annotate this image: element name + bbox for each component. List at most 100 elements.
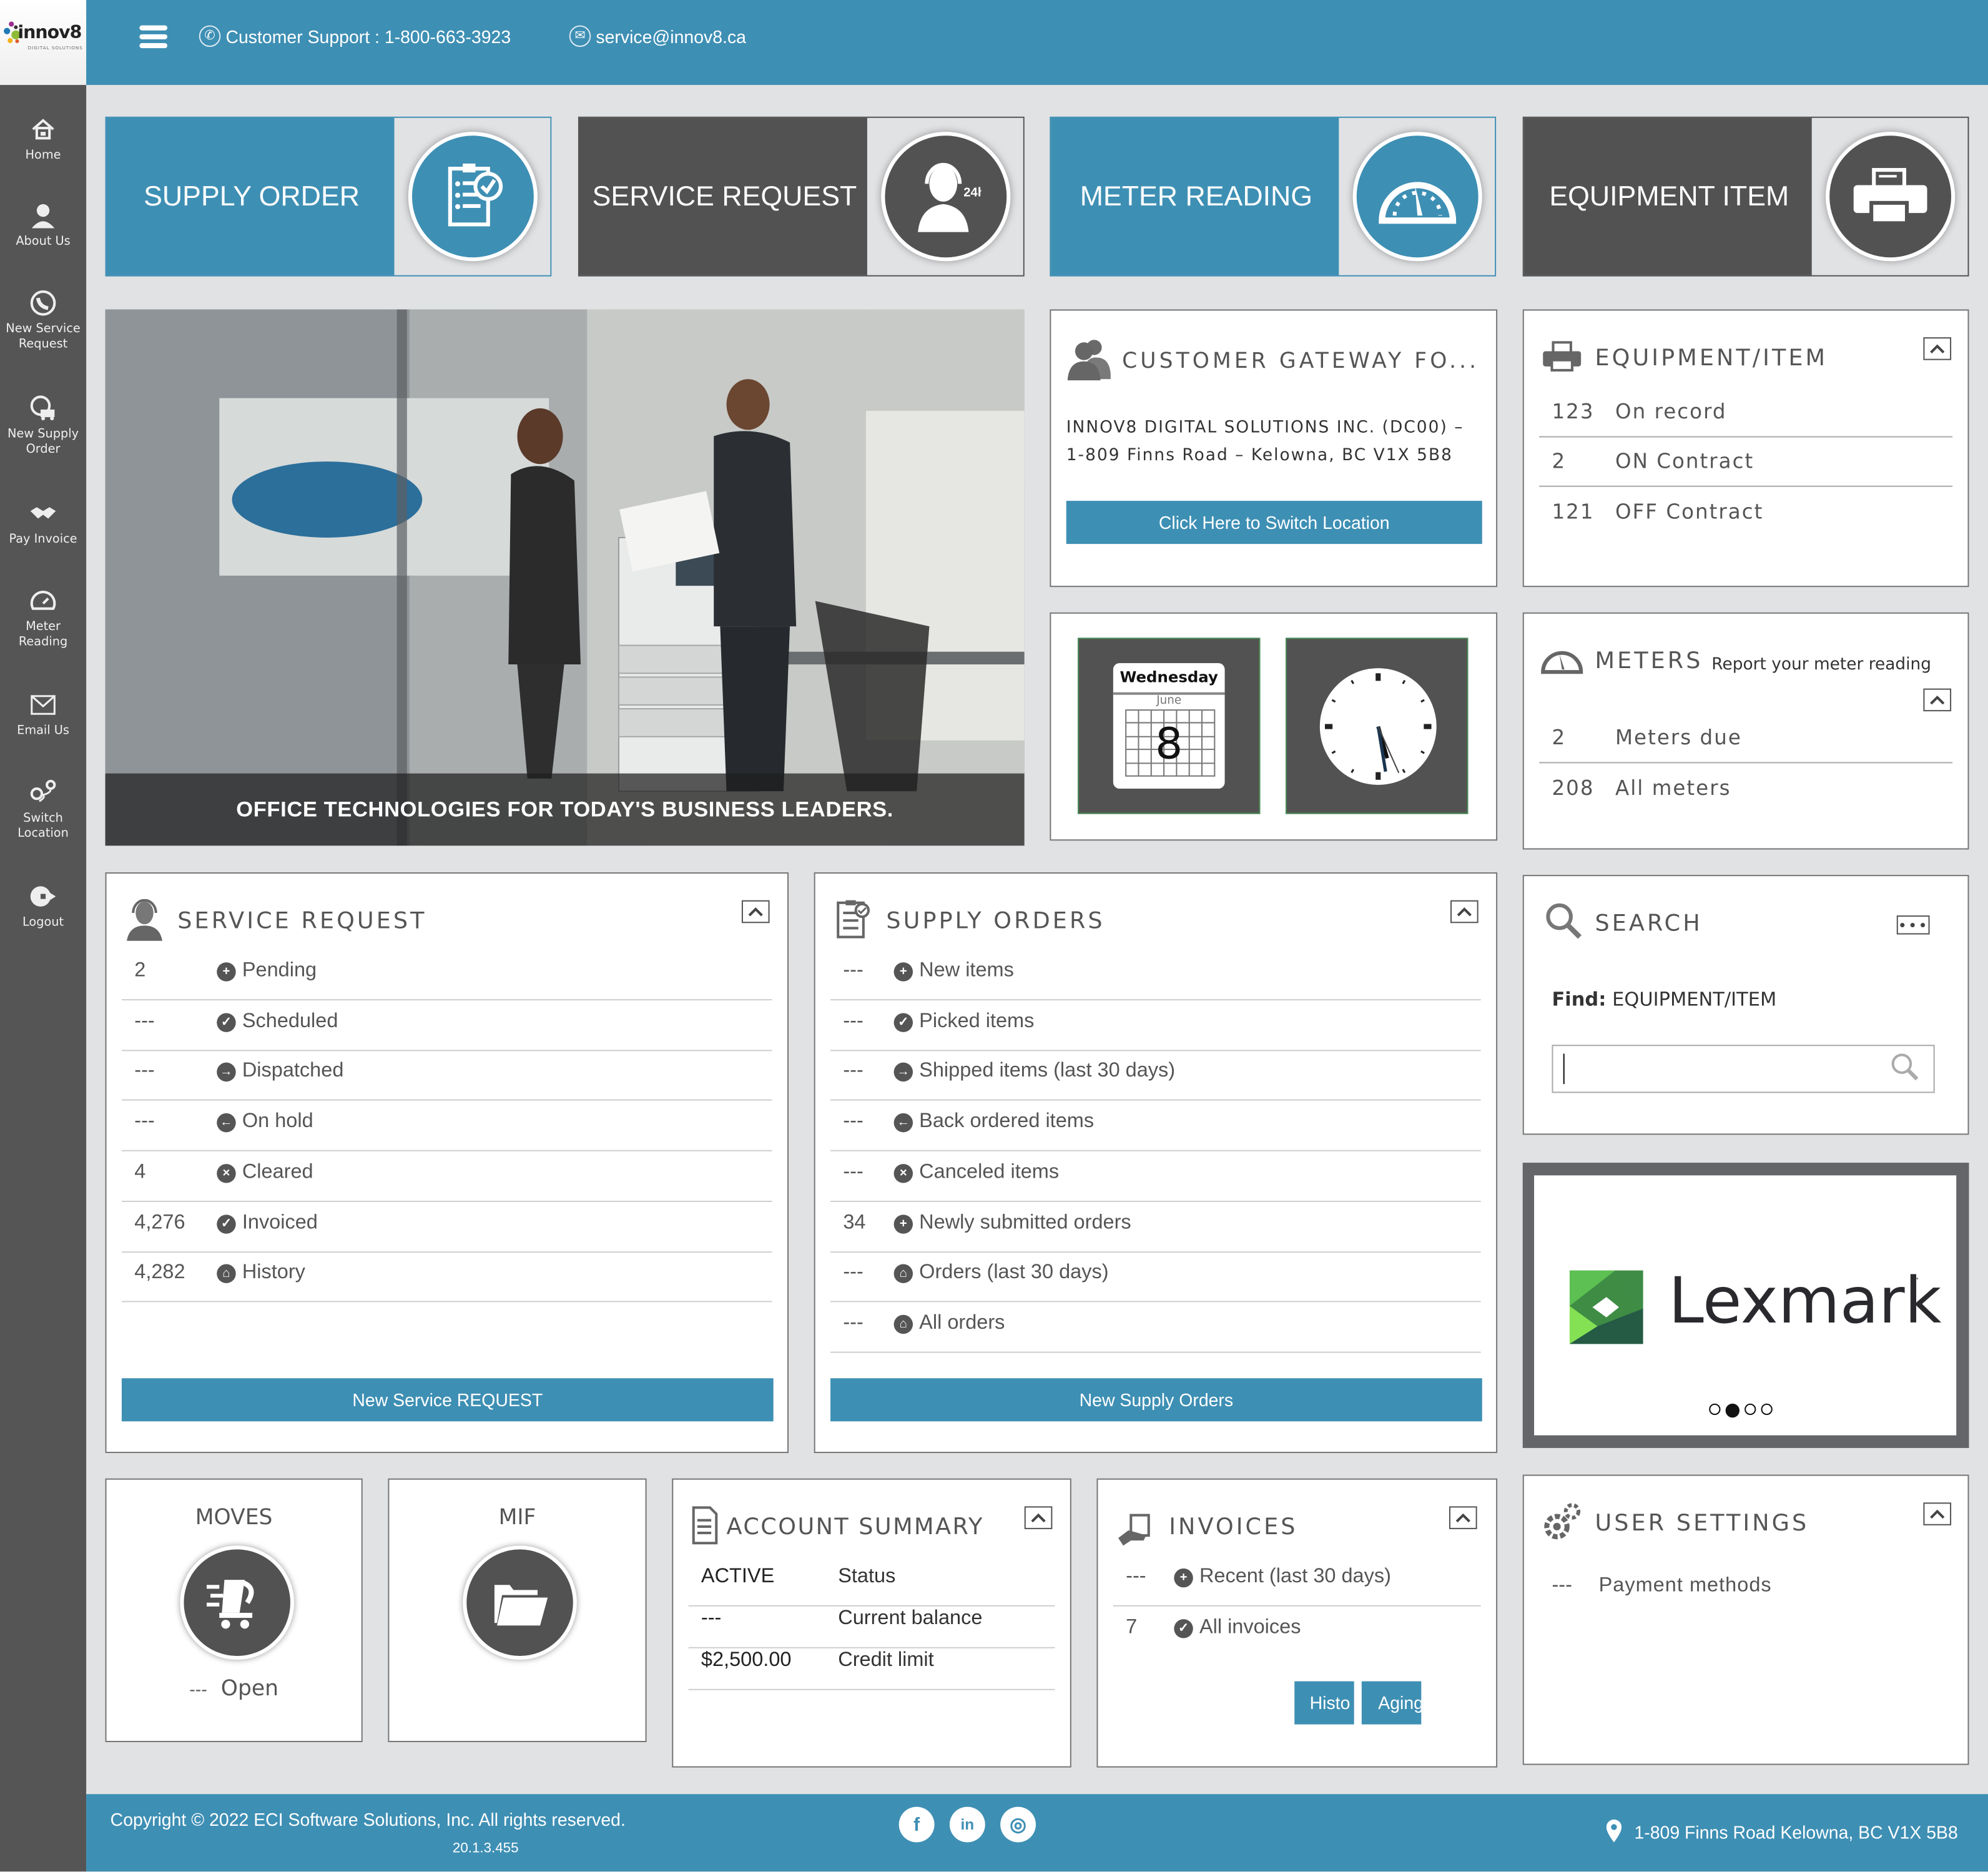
email-link[interactable]: ✉ service@innov8.ca xyxy=(569,25,747,47)
support-agent-24h-icon: 24h xyxy=(880,132,1010,262)
meters-row-link[interactable]: Meters due xyxy=(1615,726,1742,750)
carousel-dot[interactable] xyxy=(1761,1403,1773,1416)
supply-order-row-link[interactable]: Canceled items xyxy=(919,1161,1059,1185)
service-request-row-link[interactable]: On hold xyxy=(242,1111,313,1134)
service-request-row-count: --- xyxy=(134,1060,155,1082)
equipment-row-link[interactable]: On record xyxy=(1615,400,1727,424)
carousel-dot[interactable] xyxy=(1744,1403,1756,1416)
tile-service-request[interactable]: SERVICE REQUEST 24h xyxy=(578,116,1025,277)
service-request-row-link[interactable]: Pending xyxy=(242,960,317,983)
sidebar-item-home[interactable]: Home xyxy=(0,116,86,164)
sidebar-item-email-us[interactable]: Email Us xyxy=(0,691,86,739)
copyright-text: Copyright © 2022 ECI Software Solutions,… xyxy=(110,1809,626,1830)
invoice-row-link[interactable]: Recent (last 30 days) xyxy=(1199,1566,1391,1589)
carousel-indicators xyxy=(1709,1403,1773,1418)
supply-order-row-link[interactable]: Newly submitted orders xyxy=(919,1211,1131,1234)
speedometer-icon xyxy=(1352,132,1482,262)
sidebar-item-switch-location[interactable]: Switch Location xyxy=(0,779,86,842)
check-circle-icon: ✓ xyxy=(893,1012,913,1032)
carousel-dot[interactable] xyxy=(1725,1403,1740,1418)
tile-meter-reading[interactable]: METER READING xyxy=(1050,116,1497,277)
version-text: 20.1.3.455 xyxy=(452,1841,519,1856)
sidebar-item-meter-reading[interactable]: Meter Reading xyxy=(0,587,86,651)
tile-equipment-item[interactable]: EQUIPMENT ITEM xyxy=(1522,116,1969,277)
service-request-title: SERVICE REQUEST xyxy=(177,907,427,935)
supply-order-row-link[interactable]: Picked items xyxy=(919,1010,1034,1033)
supply-order-row-link[interactable]: Orders (last 30 days) xyxy=(919,1262,1108,1285)
search-submit-icon[interactable] xyxy=(1891,1052,1921,1083)
carousel-slide: Lexmark ™ xyxy=(1534,1175,1957,1436)
hamburger-menu-button[interactable] xyxy=(139,25,168,54)
more-options-button[interactable]: ••• xyxy=(1896,915,1930,935)
invoice-history-button[interactable]: Histo xyxy=(1294,1681,1354,1725)
supply-orders-title: SUPPLY ORDERS xyxy=(886,907,1105,935)
switch-location-button[interactable]: Click Here to Switch Location xyxy=(1066,501,1482,544)
chevron-up-icon xyxy=(748,907,763,917)
innov8-logo[interactable]: innov8 DIGITAL SOLUTIONS xyxy=(0,0,87,86)
collapse-button[interactable] xyxy=(1449,1506,1477,1529)
sidebar-item-pay-invoice[interactable]: Pay Invoice xyxy=(0,500,86,548)
mif-panel[interactable]: MIF xyxy=(388,1478,647,1743)
customer-support-link[interactable]: ✆ Customer Support : 1-800-663-3923 xyxy=(199,25,511,47)
moves-title: MOVES xyxy=(195,1505,273,1530)
invoice-aging-button[interactable]: Aging xyxy=(1361,1681,1422,1725)
collapse-button[interactable] xyxy=(1024,1506,1053,1529)
invoice-row-link[interactable]: All invoices xyxy=(1199,1617,1301,1640)
calendar-widget: Wednesday June 8 xyxy=(1078,638,1261,814)
collapse-button[interactable] xyxy=(741,900,770,924)
collapse-button[interactable] xyxy=(1450,900,1479,924)
find-label: Find: xyxy=(1552,987,1607,1011)
analog-clock-widget xyxy=(1286,638,1469,814)
account-summary-row-count: --- xyxy=(701,1607,722,1630)
meters-row-link[interactable]: All meters xyxy=(1615,776,1731,801)
supply-order-row: --- ← Back ordered items xyxy=(830,1101,1481,1151)
instagram-icon[interactable]: ◎ xyxy=(1000,1806,1036,1843)
service-request-row-link[interactable]: Invoiced xyxy=(242,1211,318,1234)
moves-panel[interactable]: MOVES --- Open xyxy=(105,1478,363,1743)
collapse-button[interactable] xyxy=(1923,688,1952,712)
calendar-weekday: Wednesday xyxy=(1119,668,1218,686)
meters-panel: METERS Report your meter reading 2 Meters… xyxy=(1522,612,1969,850)
service-request-row-link[interactable]: Cleared xyxy=(242,1161,313,1185)
check-circle-icon: ✓ xyxy=(217,1214,236,1233)
supply-order-row-link[interactable]: Back ordered items xyxy=(919,1111,1094,1134)
collapse-button[interactable] xyxy=(1923,337,1952,360)
sidebar-item-logout[interactable]: Logout xyxy=(0,882,86,930)
account-summary-row-link[interactable]: Status xyxy=(838,1566,895,1589)
supply-order-row-link[interactable]: Shipped items (last 30 days) xyxy=(919,1060,1175,1083)
search-input[interactable] xyxy=(1563,1053,1887,1085)
customer-gateway-panel: CUSTOMER GATEWAY FO... INNOV8 DIGITAL SO… xyxy=(1050,309,1498,588)
facebook-icon[interactable]: f xyxy=(898,1806,935,1843)
hero-caption: OFFICE TECHNOLOGIES FOR TODAY'S BUSINESS… xyxy=(105,773,1025,846)
collapse-button[interactable] xyxy=(1923,1502,1952,1525)
sidebar-item-new-service-request[interactable]: New Service Request xyxy=(0,289,86,353)
email-text: service@innov8.ca xyxy=(596,26,747,47)
new-service-request-button[interactable]: New Service REQUEST xyxy=(121,1378,774,1422)
sidebar-item-new-supply-order[interactable]: New Supply Order xyxy=(0,395,86,458)
tile-supply-order[interactable]: SUPPLY ORDER xyxy=(105,116,552,277)
equipment-row-link[interactable]: ON Contract xyxy=(1615,449,1754,473)
printer-icon xyxy=(1543,341,1582,372)
dashboard-page: innov8 DIGITAL SOLUTIONS ✆ Customer Supp… xyxy=(0,0,1988,1872)
carousel-dot[interactable] xyxy=(1709,1403,1721,1416)
equipment-row-link[interactable]: OFF Contract xyxy=(1615,500,1763,524)
find-value: EQUIPMENT/ITEM xyxy=(1612,987,1777,1011)
account-summary-row-link[interactable]: Credit limit xyxy=(838,1650,933,1673)
service-request-row-link[interactable]: History xyxy=(242,1262,305,1285)
payment-methods-link[interactable]: Payment methods xyxy=(1599,1575,1772,1598)
sidebar-item-about-us[interactable]: About Us xyxy=(0,202,86,250)
sidebar-item-label: Pay Invoice xyxy=(9,532,77,547)
service-request-row-link[interactable]: Scheduled xyxy=(242,1010,338,1033)
supply-order-row-link[interactable]: New items xyxy=(919,960,1014,983)
account-summary-row-link[interactable]: Current balance xyxy=(838,1608,982,1631)
meters-subtitle-link[interactable]: Report your meter reading xyxy=(1711,656,1931,674)
supply-order-row-count: --- xyxy=(843,1161,864,1183)
supply-order-row-link[interactable]: All orders xyxy=(919,1312,1005,1335)
service-request-row-link[interactable]: Dispatched xyxy=(242,1060,344,1083)
sidebar-item-label: Switch Location xyxy=(17,811,69,841)
plus-circle-icon: + xyxy=(893,1214,913,1233)
linkedin-icon[interactable]: in xyxy=(949,1806,985,1843)
phone-icon: ✆ xyxy=(199,25,221,47)
tile-label: EQUIPMENT ITEM xyxy=(1523,117,1814,275)
new-supply-orders-button[interactable]: New Supply Orders xyxy=(830,1378,1482,1422)
